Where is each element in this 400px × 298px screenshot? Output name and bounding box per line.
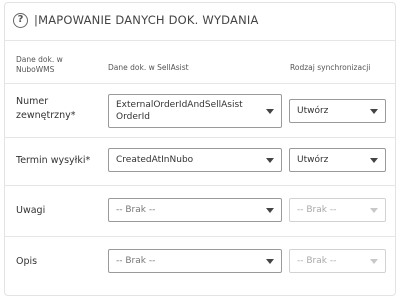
sync-select-numer-zewnetrzny[interactable]: Utwórz [289,99,386,123]
column-header-nubo-line2: NuboWMS [16,65,55,74]
sellasist-select-uwagi[interactable]: -- Brak -- [108,198,282,222]
row-label-termin-wysylki: Termin wysyłki* [16,155,91,166]
select-value: Utwórz [297,155,329,165]
row-divider [5,137,395,138]
mapping-panel: ? |MAPOWANIE DANYCH DOK. WYDANIA Dane do… [4,2,396,296]
column-header-sellasist: Dane dok. w SellAsist [108,63,189,72]
row-divider [5,83,395,84]
column-header-sync: Rodzaj synchronizacji [290,63,371,72]
select-value: -- Brak -- [116,256,156,266]
column-header-nubo-line1: Dane dok. w [16,55,63,64]
question-circle-icon[interactable]: ? [13,13,28,28]
row-label-numer-zewnetrzny: Numer zewnętrzny* [16,95,75,123]
chevron-down-icon [266,158,274,163]
select-value: Utwórz [297,106,329,116]
chevron-down-icon [370,158,378,163]
row-label-line2: zewnętrzny* [16,110,76,121]
row-divider [5,236,395,237]
row-divider [5,185,395,186]
sync-select-opis: -- Brak -- [289,249,386,273]
select-value: -- Brak -- [297,256,337,266]
select-value-line1: ExternalOrderIdAndSellAsist [116,100,243,110]
sellasist-select-numer-zewnetrzny[interactable]: ExternalOrderIdAndSellAsist OrderId [108,94,282,128]
select-value: CreatedAtInNubo [116,155,194,165]
chevron-down-icon [266,208,274,213]
select-value: ExternalOrderIdAndSellAsist OrderId [116,99,243,123]
row-label-uwagi: Uwagi [16,205,46,216]
column-header-nubo: Dane dok. w NuboWMS [16,55,63,75]
chevron-down-icon [370,208,378,213]
chevron-down-icon [370,259,378,264]
sellasist-select-opis[interactable]: -- Brak -- [108,249,282,273]
panel-title: |MAPOWANIE DANYCH DOK. WYDANIA [34,13,259,27]
sync-select-termin-wysylki[interactable]: Utwórz [289,148,386,172]
row-label-line1: Numer [16,96,49,107]
sellasist-select-termin-wysylki[interactable]: CreatedAtInNubo [108,148,282,172]
chevron-down-icon [266,259,274,264]
select-value: -- Brak -- [297,205,337,215]
select-value-line2: OrderId [116,112,150,122]
chevron-down-icon [370,109,378,114]
chevron-down-icon [266,109,274,114]
panel-header: ? |MAPOWANIE DANYCH DOK. WYDANIA [5,3,395,41]
select-value: -- Brak -- [116,205,156,215]
row-label-opis: Opis [16,256,38,267]
sync-select-uwagi: -- Brak -- [289,198,386,222]
